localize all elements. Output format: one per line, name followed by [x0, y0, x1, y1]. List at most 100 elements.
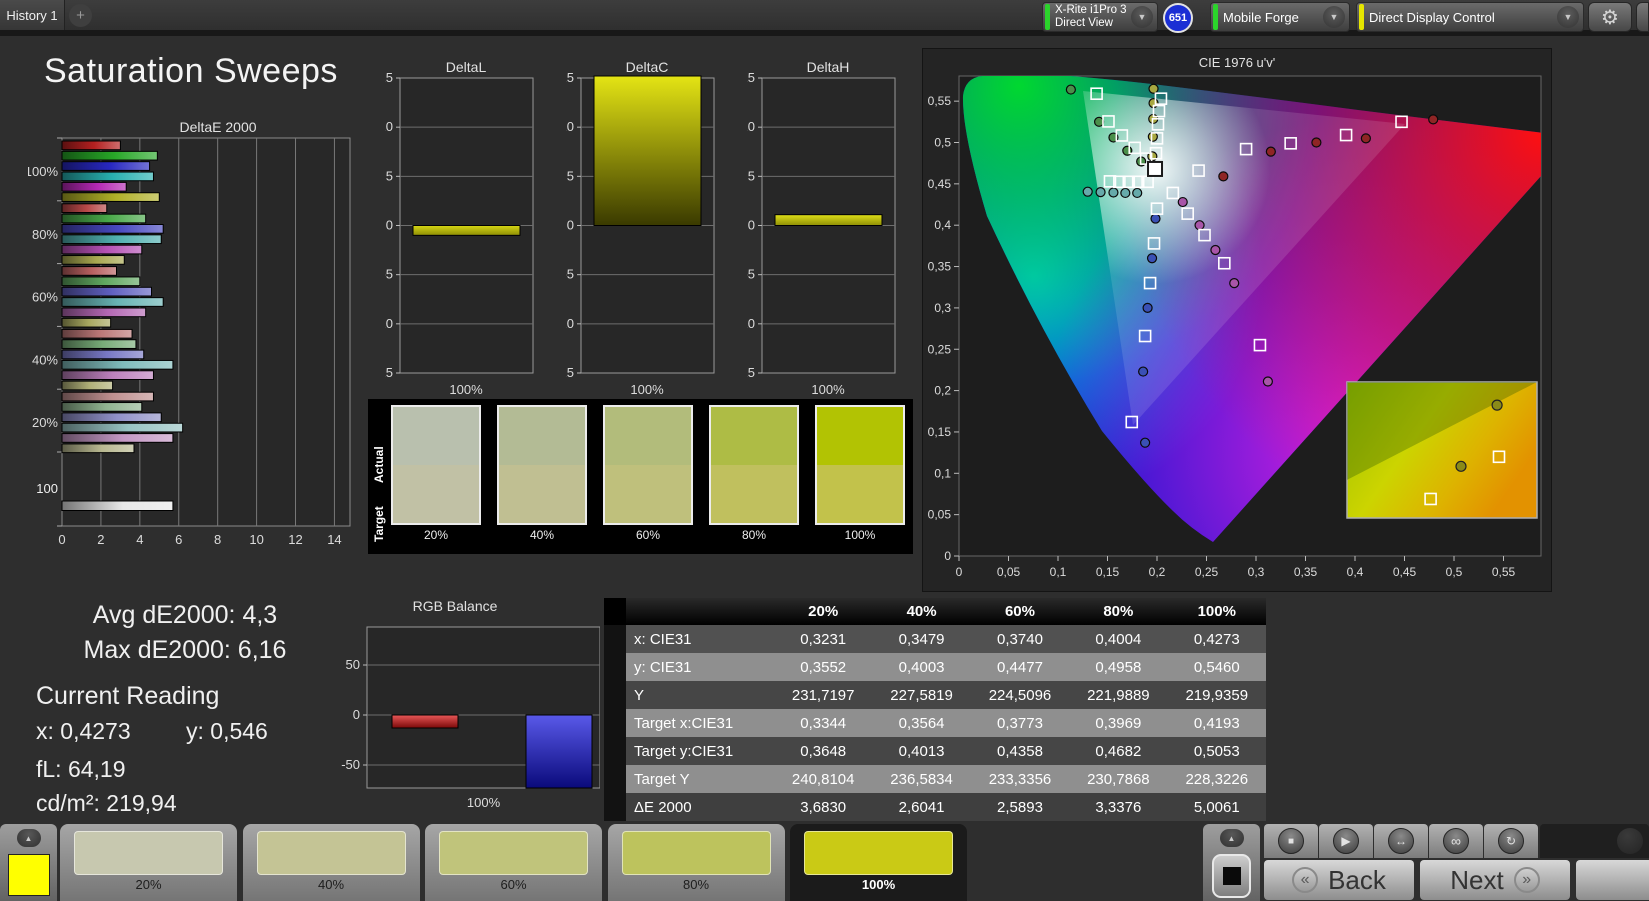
table-cell: 0,3564	[872, 709, 971, 737]
measurement-table: 20% 40% 60% 80% 100% x: CIE31 0,3231 0,3479 0,37…	[604, 598, 1266, 821]
table-cell: 0,5053	[1167, 737, 1266, 765]
play-button[interactable]: ▶	[1333, 828, 1359, 854]
level-label: 80%	[682, 877, 710, 892]
chevron-double-left-icon: «	[1292, 867, 1319, 893]
level-tile-80%[interactable]: 80%	[607, 824, 785, 901]
compare-swatch-100%	[815, 405, 905, 525]
level-label: 60%	[500, 877, 527, 892]
level-tile-60%[interactable]: 60%	[425, 824, 602, 901]
refresh-button[interactable]: ↻	[1498, 828, 1524, 854]
table-row-label: Target Y	[626, 765, 774, 793]
chevron-up-icon[interactable]: ▲	[1219, 829, 1244, 847]
table-column-header: 100%	[1167, 598, 1266, 625]
compare-swatch-20%	[391, 405, 481, 525]
meter-dropdown[interactable]: X-Rite i1Pro 3 Direct View ▼	[1042, 2, 1158, 32]
svg-text:0,3: 0,3	[934, 301, 951, 315]
stop-measure-button[interactable]	[1212, 854, 1251, 898]
svg-text:6: 6	[175, 532, 182, 547]
table-cell: 231,7197	[774, 681, 873, 709]
partial-toolbar-button[interactable]	[1636, 2, 1649, 32]
svg-text:0,5: 0,5	[934, 136, 951, 150]
svg-text:0,05: 0,05	[997, 565, 1021, 579]
svg-text:0,25: 0,25	[1195, 565, 1219, 579]
back-label: Back	[1328, 864, 1386, 895]
level-swatch	[804, 831, 953, 875]
target-swatch	[711, 465, 797, 523]
level-tile-40%[interactable]: 40%	[242, 824, 420, 901]
dark-knob	[1617, 828, 1643, 854]
source-dropdown[interactable]: Mobile Forge ▼	[1210, 2, 1350, 32]
level-swatch	[439, 831, 588, 875]
svg-text:0,15: 0,15	[1096, 565, 1120, 579]
svg-text:-5: -5	[566, 267, 574, 282]
actual-swatch	[499, 407, 585, 465]
tab-history-1[interactable]: History 1	[0, 0, 65, 30]
display-control-dropdown[interactable]: Direct Display Control ▼	[1356, 2, 1584, 32]
luminance-readout: cd/m²: 219,94	[36, 790, 177, 816]
svg-text:0,5: 0,5	[1446, 565, 1463, 579]
step-button[interactable]: ↔	[1388, 828, 1414, 854]
source-status-strip	[1213, 4, 1218, 30]
svg-text:-15: -15	[566, 365, 574, 380]
target-swatch	[393, 465, 479, 523]
svg-text:60%: 60%	[32, 290, 58, 305]
table-cell: 221,9889	[1069, 681, 1168, 709]
transport-segment: ∞	[1429, 824, 1483, 858]
target-swatch	[499, 465, 585, 523]
svg-text:100%: 100%	[449, 382, 483, 397]
table-header-row: 20% 40% 60% 80% 100%	[604, 598, 1266, 625]
svg-text:15: 15	[747, 70, 755, 85]
loop-button[interactable]: ∞	[1443, 828, 1469, 854]
current-reading-heading: Current Reading	[36, 682, 220, 710]
table-cell: 0,3773	[970, 709, 1070, 737]
table-cell: 240,8104	[774, 765, 873, 793]
level-tile-20%[interactable]: 20%	[60, 824, 237, 901]
svg-text:0: 0	[956, 565, 963, 579]
svg-text:0,3: 0,3	[1248, 565, 1265, 579]
table-cell: 227,5819	[872, 681, 971, 709]
table-cell: 0,3479	[872, 625, 971, 653]
table-column-header: 40%	[872, 598, 971, 625]
svg-text:-10: -10	[747, 316, 755, 331]
back-button[interactable]: « Back	[1264, 860, 1414, 900]
chevron-up-icon[interactable]: ▲	[16, 829, 41, 847]
svg-text:RGB Balance: RGB Balance	[413, 598, 498, 614]
chevron-down-icon: ▼	[1557, 6, 1579, 28]
loop-icon: ∞	[1451, 833, 1461, 849]
current-y-readout: y: 0,546	[186, 718, 268, 744]
svg-text:0,55: 0,55	[1492, 565, 1516, 579]
level-swatch	[621, 831, 771, 875]
table-cell: 219,9359	[1167, 681, 1266, 709]
actual-swatch	[817, 407, 903, 465]
add-tab-button[interactable]: +	[69, 4, 92, 27]
level-tile-100%[interactable]: 100%	[790, 824, 967, 901]
settings-button[interactable]: ⚙	[1588, 2, 1632, 32]
target-row-label: Target	[372, 506, 386, 542]
stop-button[interactable]: ■	[1278, 828, 1304, 854]
svg-text:5: 5	[386, 168, 393, 183]
compare-swatch-80%	[709, 405, 799, 525]
table-cell: 230,7868	[1069, 765, 1168, 793]
level-label: 20%	[135, 877, 162, 892]
partial-nav-button[interactable]	[1576, 860, 1649, 900]
deltaE2000-chart: DeltaE 2000 0 2 4 6 8 10 12 14 100% 80% 60% 40% 20% 10…	[25, 116, 360, 562]
table-row: x: CIE31 0,3231 0,3479 0,3740 0,4004 0,4273	[604, 625, 1266, 653]
table-column-header: 80%	[1069, 598, 1168, 625]
level-swatch	[256, 831, 406, 875]
next-button[interactable]: Next »	[1420, 860, 1570, 900]
svg-text:40%: 40%	[32, 352, 58, 367]
svg-text:DeltaC: DeltaC	[626, 59, 669, 75]
svg-text:DeltaL: DeltaL	[446, 59, 487, 75]
svg-text:-50: -50	[341, 757, 360, 772]
table-cell: 0,4004	[1069, 625, 1168, 653]
svg-text:0,1: 0,1	[1050, 565, 1067, 579]
table-cell: 0,5460	[1167, 653, 1266, 681]
svg-text:10: 10	[747, 119, 755, 134]
table-row: ΔE 2000 3,6830 2,6041 2,5893 3,3376 5,0061	[604, 793, 1266, 821]
table-cell: 2,5893	[970, 793, 1070, 821]
table-cell: 0,4358	[970, 737, 1070, 765]
table-cell: 236,5834	[872, 765, 971, 793]
stop-icon	[1222, 867, 1241, 885]
top-tab-bar: History 1 + X-Rite i1Pro 3 Direct View ▼…	[0, 0, 1649, 36]
svg-text:0,4: 0,4	[1347, 565, 1364, 579]
